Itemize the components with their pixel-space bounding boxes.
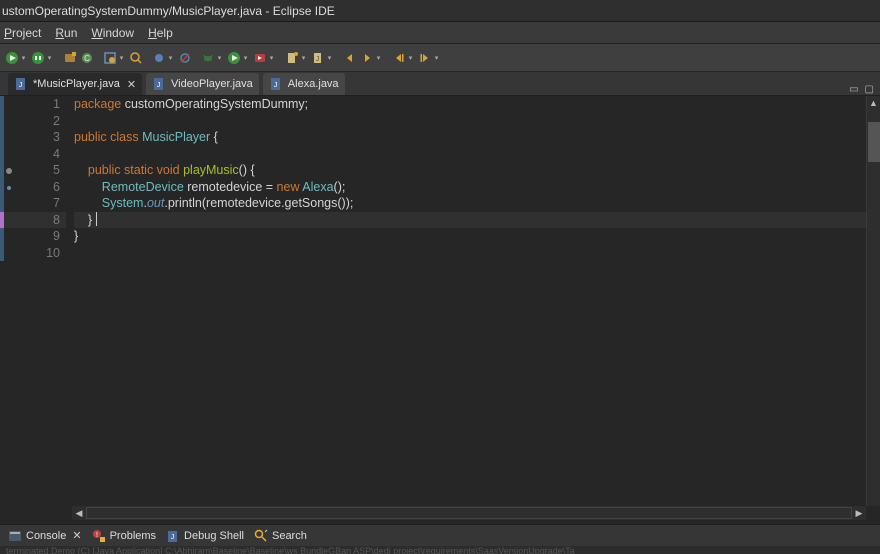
tab-search[interactable]: Search [254,529,307,543]
debug-last-icon[interactable] [200,50,216,66]
menu-window[interactable]: Window [91,26,134,40]
toggle-breakpoint-icon[interactable] [151,50,167,66]
tab-music-player[interactable]: J *MusicPlayer.java ✕ [8,73,142,95]
tab-problems[interactable]: ! Problems [92,529,156,543]
tab-alexa[interactable]: J Alexa.java [263,73,345,95]
svg-text:J: J [316,56,320,63]
tab-label: *MusicPlayer.java [33,78,120,90]
run-external-icon[interactable] [252,50,268,66]
scroll-up-icon[interactable]: ▲ [867,98,880,108]
minimize-view-icon[interactable]: ▭ [849,84,858,95]
menu-bar: Project Run Window Help [0,22,880,44]
java-file-icon: J [269,77,283,91]
tab-label: Problems [110,530,156,542]
new-java-icon[interactable]: J [310,50,326,66]
dropdown-icon[interactable]: ▾ [326,54,333,62]
prev-annotation-icon[interactable] [391,50,407,66]
dropdown-icon[interactable]: ▾ [118,54,125,62]
scroll-right-icon[interactable]: ▶ [852,508,866,519]
svg-text:J: J [157,82,161,89]
dropdown-icon[interactable]: ▾ [20,54,27,62]
horizontal-scrollbar[interactable]: ◀ ▶ [72,506,866,520]
tab-label: Alexa.java [288,78,339,90]
tab-label: Search [272,530,307,542]
debug-shell-icon: J [166,529,180,543]
scrollbar-thumb[interactable] [868,122,880,162]
coverage-icon[interactable] [30,50,46,66]
tab-label: Debug Shell [184,530,244,542]
close-icon[interactable]: ✕ [72,529,81,542]
dropdown-icon[interactable]: ▾ [433,54,440,62]
maximize-view-icon[interactable]: ▢ [865,84,874,95]
dropdown-icon[interactable]: ▾ [167,54,174,62]
new-wizard-icon[interactable] [284,50,300,66]
next-annotation-icon[interactable] [417,50,433,66]
dropdown-icon[interactable]: ▾ [375,54,382,62]
vertical-scrollbar[interactable]: ▲ [866,96,880,506]
run-last-icon[interactable] [226,50,242,66]
dropdown-icon[interactable]: ▾ [242,54,249,62]
dropdown-icon[interactable]: ▾ [407,54,414,62]
title-bar: ustomOperatingSystemDummy/MusicPlayer.ja… [0,0,880,22]
menu-run[interactable]: Run [55,26,77,40]
toolbar: ▾ ▾ C ▾ ▾ ▾ ▾ ▾ ▾ J ▾ ▾ ▾ ▾ [0,44,880,72]
console-status-sliver: terminated Demo (C) [Java Application] C… [0,546,880,554]
line-number-gutter: 12345678910 [0,96,72,506]
tab-label: VideoPlayer.java [171,78,253,90]
svg-text:J: J [274,82,278,89]
skip-breakpoints-icon[interactable] [177,50,193,66]
code-editor[interactable]: 12345678910 package customOperatingSyste… [0,96,880,506]
problems-icon: ! [92,529,106,543]
tab-label: Console [26,530,66,542]
java-file-icon: J [14,77,28,91]
svg-text:J: J [171,534,175,541]
java-file-icon: J [152,77,166,91]
tab-video-player[interactable]: J VideoPlayer.java [146,73,259,95]
editor-tab-bar: J *MusicPlayer.java ✕ J VideoPlayer.java… [0,72,880,96]
svg-text:C: C [84,54,90,63]
svg-text:J: J [19,82,23,89]
search-icon[interactable] [128,50,144,66]
console-icon [8,529,22,543]
svg-text:!: ! [96,532,98,539]
search-icon [254,529,268,543]
menu-help[interactable]: Help [148,26,173,40]
nav-forward-icon[interactable] [359,50,375,66]
dropdown-icon[interactable]: ▾ [46,54,53,62]
nav-back-icon[interactable] [342,50,358,66]
new-package-icon[interactable] [62,50,78,66]
new-class-icon[interactable]: C [79,50,95,66]
open-type-icon[interactable] [102,50,118,66]
run-icon[interactable] [4,50,20,66]
dropdown-icon[interactable]: ▾ [300,54,307,62]
dropdown-icon[interactable]: ▾ [268,54,275,62]
close-icon[interactable]: ✕ [127,78,136,91]
tab-debug-shell[interactable]: J Debug Shell [166,529,244,543]
editor-area: J *MusicPlayer.java ✕ J VideoPlayer.java… [0,72,880,524]
menu-project[interactable]: Project [4,26,41,40]
bottom-panel-tabs: Console ✕ ! Problems J Debug Shell Searc… [0,524,880,546]
tab-console[interactable]: Console ✕ [8,529,82,543]
window-title: ustomOperatingSystemDummy/MusicPlayer.ja… [0,4,335,18]
dropdown-icon[interactable]: ▾ [216,54,223,62]
scroll-left-icon[interactable]: ◀ [72,508,86,519]
